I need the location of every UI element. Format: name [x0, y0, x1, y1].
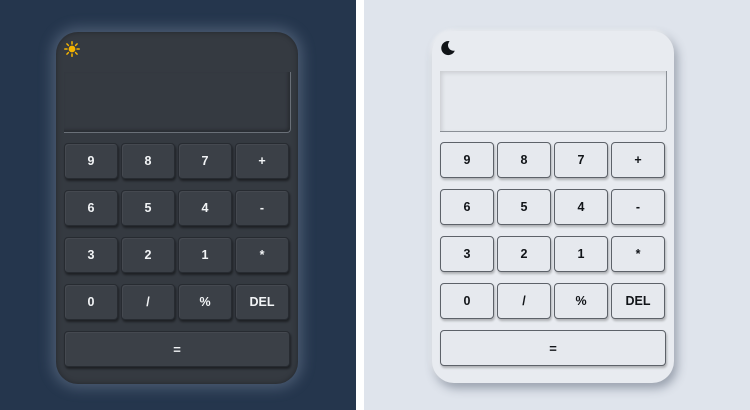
key-0[interactable]: 0 — [64, 284, 118, 320]
key-5[interactable]: 5 — [497, 189, 551, 225]
sun-icon[interactable] — [64, 41, 80, 57]
key-5[interactable]: 5 — [121, 190, 175, 226]
key-4[interactable]: 4 — [554, 189, 608, 225]
key-8[interactable]: 8 — [121, 143, 175, 179]
key-1[interactable]: 1 — [554, 236, 608, 272]
key-equals[interactable]: = — [64, 331, 290, 367]
key-minus[interactable]: - — [611, 189, 665, 225]
key-minus[interactable]: - — [235, 190, 289, 226]
key-9[interactable]: 9 — [440, 142, 494, 178]
light-calculator: 9 8 7 + 6 5 4 - 3 2 1 * 0 / % DEL = — [432, 31, 674, 383]
keypad: 9 8 7 + 6 5 4 - 3 2 1 * 0 / % DEL = — [64, 143, 290, 367]
calculator-display — [64, 72, 291, 133]
keypad: 9 8 7 + 6 5 4 - 3 2 1 * 0 / % DEL = — [440, 142, 666, 366]
key-0[interactable]: 0 — [440, 283, 494, 319]
key-9[interactable]: 9 — [64, 143, 118, 179]
key-plus[interactable]: + — [611, 142, 665, 178]
key-8[interactable]: 8 — [497, 142, 551, 178]
key-1[interactable]: 1 — [178, 237, 232, 273]
key-multiply[interactable]: * — [235, 237, 289, 273]
key-2[interactable]: 2 — [121, 237, 175, 273]
key-divide[interactable]: / — [121, 284, 175, 320]
key-equals[interactable]: = — [440, 330, 666, 366]
key-7[interactable]: 7 — [554, 142, 608, 178]
key-6[interactable]: 6 — [440, 189, 494, 225]
key-delete[interactable]: DEL — [235, 284, 289, 320]
key-6[interactable]: 6 — [64, 190, 118, 226]
light-theme-panel: 9 8 7 + 6 5 4 - 3 2 1 * 0 / % DEL = — [364, 0, 750, 410]
key-divide[interactable]: / — [497, 283, 551, 319]
key-percent[interactable]: % — [178, 284, 232, 320]
key-percent[interactable]: % — [554, 283, 608, 319]
dark-calculator: 9 8 7 + 6 5 4 - 3 2 1 * 0 / % DEL = — [56, 32, 298, 384]
key-multiply[interactable]: * — [611, 236, 665, 272]
key-4[interactable]: 4 — [178, 190, 232, 226]
key-3[interactable]: 3 — [64, 237, 118, 273]
calculator-display — [440, 71, 667, 132]
dark-theme-panel: 9 8 7 + 6 5 4 - 3 2 1 * 0 / % DEL = — [0, 0, 356, 410]
key-7[interactable]: 7 — [178, 143, 232, 179]
key-delete[interactable]: DEL — [611, 283, 665, 319]
key-3[interactable]: 3 — [440, 236, 494, 272]
key-plus[interactable]: + — [235, 143, 289, 179]
key-2[interactable]: 2 — [497, 236, 551, 272]
moon-icon[interactable] — [440, 40, 456, 56]
